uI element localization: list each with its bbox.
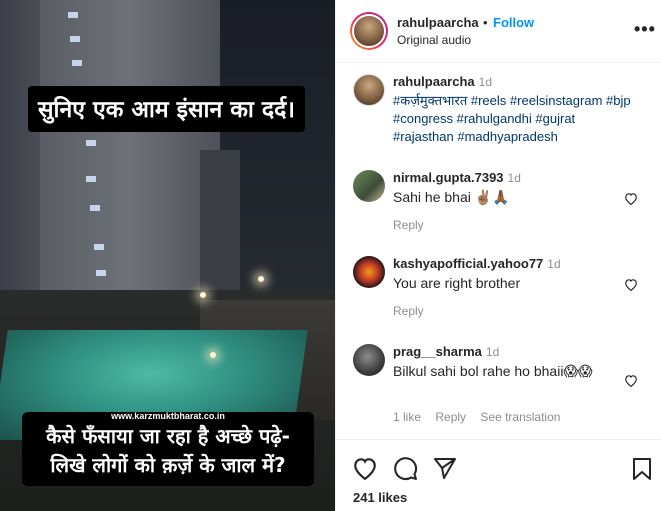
comment-actions: Reply <box>393 304 435 318</box>
window-light <box>86 176 96 182</box>
author-username[interactable]: rahulpaarcha <box>397 15 479 30</box>
separator-dot: • <box>483 15 488 30</box>
heart-icon[interactable] <box>352 456 378 480</box>
post-sidebar: rahulpaarcha • Follow Original audio •••… <box>335 0 661 511</box>
window-light <box>96 270 106 276</box>
hashtag[interactable]: #reels <box>471 93 506 108</box>
building-main <box>40 0 220 310</box>
commenter-username[interactable]: kashyapofficial.yahoo77 1d <box>393 256 561 271</box>
comment-text: You are right brother <box>393 275 521 291</box>
window-light <box>90 205 100 211</box>
reply-link[interactable]: Reply <box>435 410 466 424</box>
more-options-icon[interactable]: ••• <box>634 19 656 40</box>
window-light <box>72 60 82 66</box>
hashtag-list: #कर्ज़मुक्तभारत #reels #reelsinstagram #… <box>393 92 638 147</box>
lamp-light <box>200 292 206 298</box>
comment-icon[interactable] <box>393 456 418 481</box>
comment-actions: Reply <box>393 218 435 232</box>
comment-time: 1d <box>547 257 561 271</box>
caption-bottom-line1: कैसे फँसाया जा रहा है अच्छे पढ़े- <box>46 424 290 448</box>
caption-username[interactable]: rahulpaarcha 1d <box>393 74 492 89</box>
comment-text: Sahi he bhai ✌🏽🙏🏾 <box>393 189 510 205</box>
hashtag[interactable]: #rahulgandhi <box>457 111 532 126</box>
post-action-bar: 241 likes <box>336 439 661 511</box>
hashtag[interactable]: #कर्ज़मुक्तभारत <box>393 93 467 108</box>
share-icon[interactable] <box>433 457 457 479</box>
comment-time: 1d <box>507 171 521 185</box>
author-avatar[interactable] <box>350 12 388 50</box>
lamp-light <box>210 352 216 358</box>
lamp-light <box>258 276 264 282</box>
comments-list: rahulpaarcha 1d #कर्ज़मुक्तभारत #reels #r… <box>336 64 661 439</box>
commenter-avatar[interactable] <box>353 170 385 202</box>
hashtag[interactable]: #bjp <box>606 93 631 108</box>
hashtag[interactable]: #madhyapradesh <box>457 129 557 144</box>
post-header: rahulpaarcha • Follow Original audio ••• <box>336 0 661 63</box>
see-translation-link[interactable]: See translation <box>480 410 560 424</box>
hashtag[interactable]: #congress <box>393 111 453 126</box>
hashtag[interactable]: #gujrat <box>535 111 575 126</box>
commenter-username[interactable]: prag__sharma 1d <box>393 344 499 359</box>
comment-like-count[interactable]: 1 like <box>393 410 421 424</box>
window-light <box>68 12 78 18</box>
reel-video[interactable]: सुनिए एक आम इंसान का दर्द। www.karzmuktb… <box>0 0 335 511</box>
bookmark-icon[interactable] <box>632 457 652 481</box>
comment-time: 1d <box>485 345 500 359</box>
window-light <box>86 140 96 146</box>
follow-button[interactable]: Follow <box>493 15 534 30</box>
caption-avatar[interactable] <box>353 74 385 106</box>
reply-link[interactable]: Reply <box>393 304 424 318</box>
hashtag[interactable]: #reelsinstagram <box>510 93 603 108</box>
comment-actions: 1 like Reply See translation <box>393 410 571 424</box>
likes-count[interactable]: 241 likes <box>353 490 407 505</box>
audio-label[interactable]: Original audio <box>397 33 471 47</box>
video-caption-top: सुनिए एक आम इंसान का दर्द। <box>28 86 305 132</box>
reply-link[interactable]: Reply <box>393 218 424 232</box>
like-comment-heart-icon[interactable] <box>624 192 638 205</box>
comment-text: Bilkul sahi bol rahe ho bhaii😱😱 <box>393 363 593 379</box>
caption-bottom-line2: लिखे लोगों को क़र्ज़े के जाल में? <box>50 453 286 477</box>
like-comment-heart-icon[interactable] <box>624 374 638 387</box>
video-caption-bottom: www.karzmuktbharat.co.in कैसे फँसाया जा … <box>22 411 314 486</box>
commenter-avatar[interactable] <box>353 344 385 376</box>
caption-time: 1d <box>478 75 493 89</box>
watermark-url: www.karzmuktbharat.co.in <box>111 411 225 421</box>
hashtag[interactable]: #rajasthan <box>393 129 454 144</box>
commenter-avatar[interactable] <box>353 256 385 288</box>
window-light <box>70 36 80 42</box>
like-comment-heart-icon[interactable] <box>624 278 638 291</box>
commenter-username[interactable]: nirmal.gupta.7393 1d <box>393 170 521 185</box>
building-back <box>200 150 240 300</box>
window-light <box>94 244 104 250</box>
